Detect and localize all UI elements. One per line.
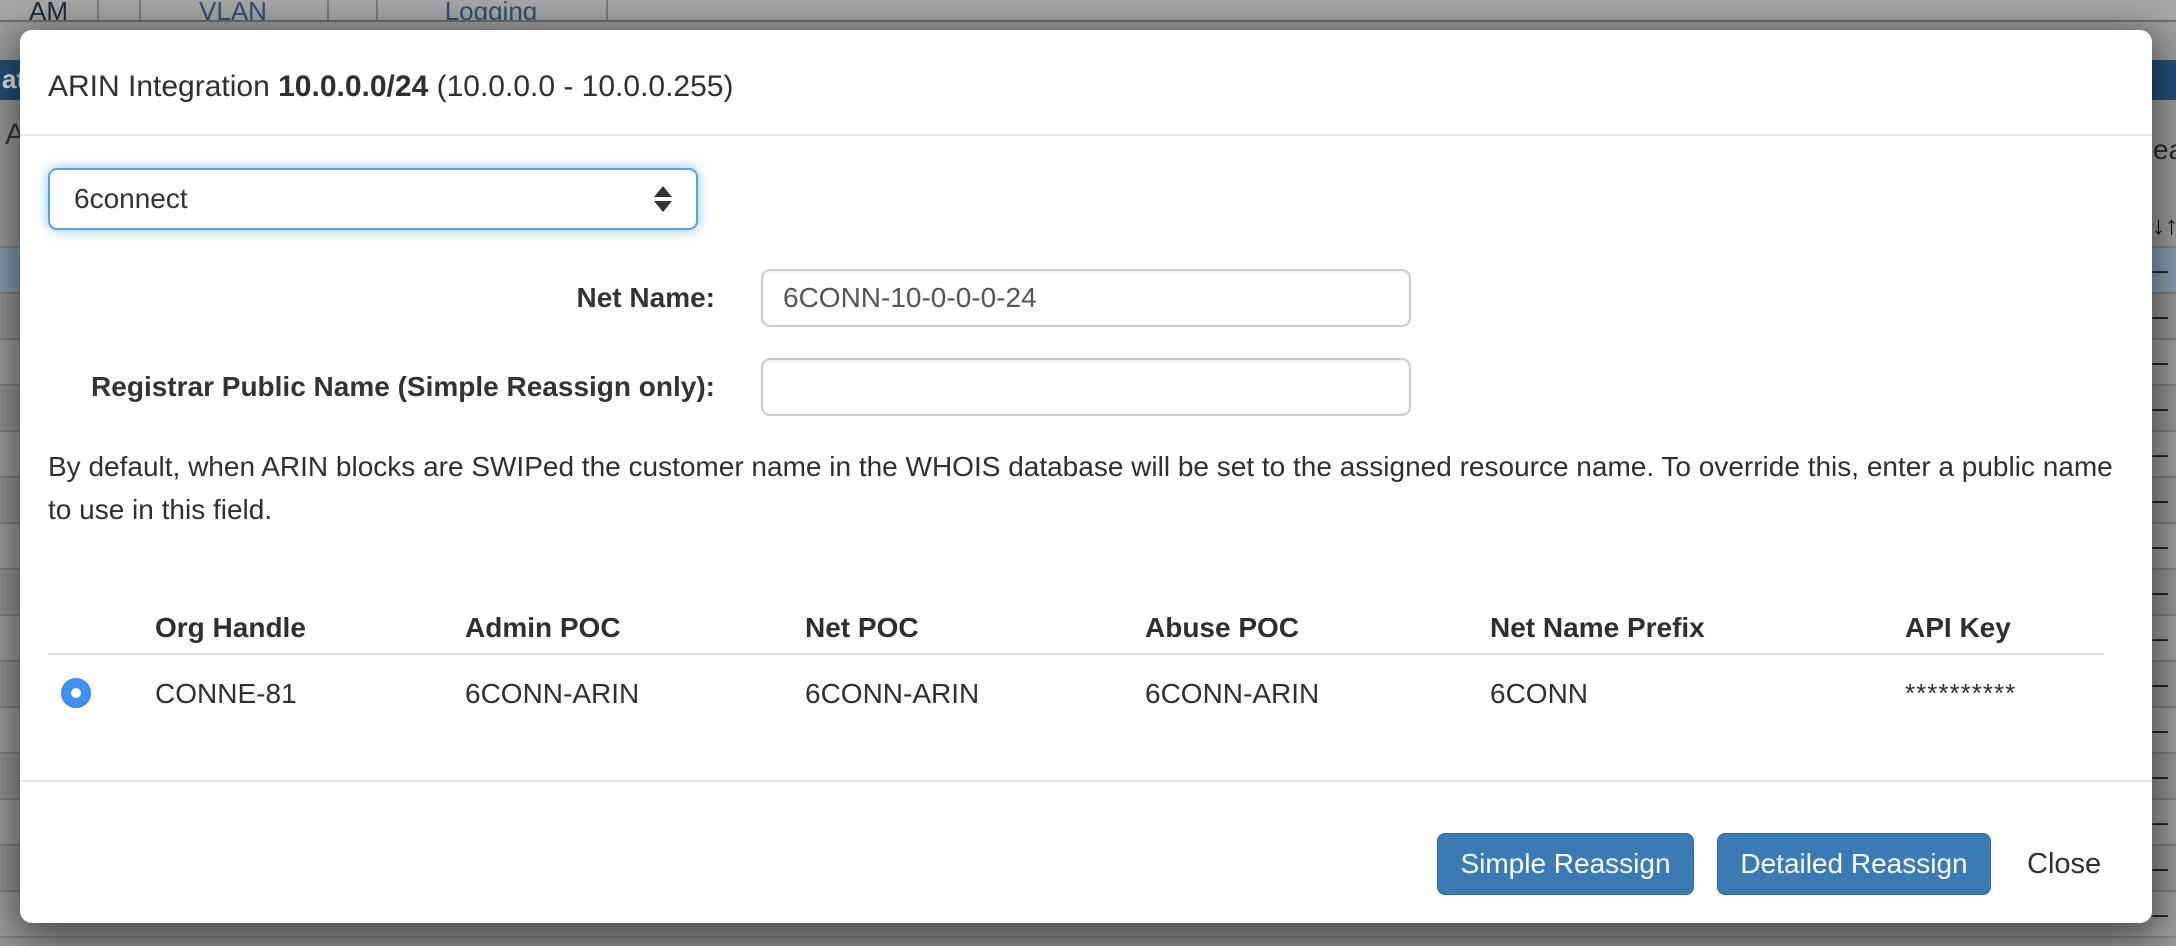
cell-net-name-prefix: 6CONN (1490, 678, 1588, 710)
simple-reassign-button[interactable]: Simple Reassign (1437, 833, 1694, 895)
column-admin-poc: Admin POC (465, 612, 621, 644)
column-abuse-poc: Abuse POC (1145, 612, 1299, 644)
cell-net-poc: 6CONN-ARIN (805, 678, 979, 710)
arin-integration-modal: ARIN Integration 10.0.0.0/24 (10.0.0.0 -… (20, 30, 2152, 923)
swip-description: By default, when ARIN blocks are SWIPed … (48, 445, 2124, 531)
net-name-input[interactable] (761, 269, 1411, 327)
background-table-row: – (0, 936, 2176, 946)
background-heading-fragment: ea (2153, 134, 2176, 166)
tab-logging[interactable]: Logging (376, 0, 606, 22)
column-org-handle: Org Handle (155, 612, 306, 644)
cell-abuse-poc: 6CONN-ARIN (1145, 678, 1319, 710)
tab-separator (97, 0, 99, 22)
column-net-name-prefix: Net Name Prefix (1490, 612, 1705, 644)
tab-vlan[interactable]: VLAN (139, 0, 327, 22)
cell-api-key-masked: ********** (1905, 678, 2016, 709)
cell-admin-poc: 6CONN-ARIN (465, 678, 639, 710)
table-divider (48, 653, 2104, 655)
title-range: (10.0.0.0 - 10.0.0.255) (428, 70, 733, 103)
modal-title: ARIN Integration 10.0.0.0/24 (10.0.0.0 -… (48, 70, 733, 104)
title-subnet: 10.0.0.0/24 (278, 70, 428, 103)
detailed-reassign-button[interactable]: Detailed Reassign (1717, 833, 1991, 895)
title-prefix: ARIN Integration (48, 70, 278, 103)
org-row-radio-selected[interactable] (61, 678, 91, 708)
cell-org-handle: CONNE-81 (155, 678, 297, 710)
select-stepper-icon (654, 186, 672, 212)
tab-separator (139, 0, 141, 22)
registrar-public-name-input[interactable] (761, 358, 1411, 416)
net-name-label: Net Name: (48, 269, 715, 327)
integration-select-value: 6connect (74, 183, 654, 215)
background-tab-bar: AM VLAN Logging (0, 0, 2176, 22)
tab-separator (376, 0, 378, 22)
tab-ipam[interactable]: AM (0, 0, 97, 22)
registrar-public-name-label: Registrar Public Name (Simple Reassign o… (48, 358, 715, 416)
sort-arrows-icon: ↓↑ (2152, 210, 2176, 241)
footer-divider (20, 780, 2152, 782)
tab-separator (606, 0, 608, 22)
tab-separator (327, 0, 329, 22)
column-api-key: API Key (1905, 612, 2011, 644)
column-net-poc: Net POC (805, 612, 919, 644)
close-button[interactable]: Close (2015, 833, 2113, 895)
integration-select[interactable]: 6connect (48, 168, 698, 230)
modal-header: ARIN Integration 10.0.0.0/24 (10.0.0.0 -… (20, 30, 2152, 136)
